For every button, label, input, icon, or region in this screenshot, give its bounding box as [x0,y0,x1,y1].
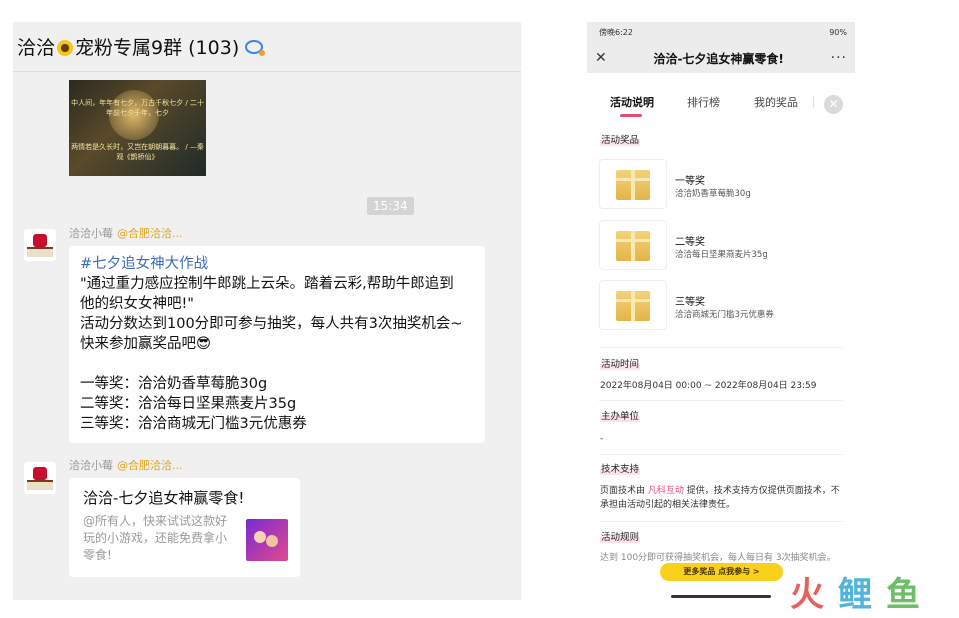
watermark-logo: 火 鲤 鱼 [790,575,920,612]
tech-value: 页面技术由 凡科互动 提供，技术支持方仅提供页面技术，不承担由活动引起的相关法律… [600,484,844,512]
status-time: 傍晚6:22 [599,28,633,37]
tab-my-prizes[interactable]: 我的奖品 [754,94,798,110]
tab-bar: 活动说明 排行榜 我的奖品 [587,94,855,117]
host-label: 主办单位 [600,408,641,422]
tab-divider [813,96,814,108]
prize-image [599,159,667,209]
avatar[interactable] [24,229,56,261]
page-title: 洽洽-七夕追女神赢零食! [653,51,784,66]
sender-name: 洽洽小莓 @合肥洽洽... [69,225,183,241]
close-circle-icon[interactable]: ✕ [824,95,843,114]
message-bubble[interactable]: #七夕追女神大作战 "通过重力感应控制牛郎跳上云朵。踏着云彩,帮助牛郎追到 他的… [69,246,485,443]
home-indicator[interactable] [671,595,771,598]
gift-box-icon [616,231,650,261]
svg-text:鱼: 鱼 [886,575,920,612]
chat-header: 洽洽 宠粉专属9群 (103) [13,22,521,72]
message-text: "通过重力感应控制牛郎跳上云朵。踏着云彩,帮助牛郎追到 他的织女女神吧!" 活动… [80,276,463,432]
svg-text:火: 火 [790,575,824,612]
divider [599,400,843,401]
tab-activity-info[interactable]: 活动说明 [610,94,654,110]
nav-bar: ✕ 洽洽-七夕追女神赢零食! ··· [587,43,855,73]
status-bar: 傍晚6:22 90% [587,22,855,43]
shared-image[interactable]: 中人间，年年有七夕，万古千秋七夕 / 二十年前七夕千年，七夕 两情若是久长时，又… [69,80,206,176]
divider [599,454,843,455]
prize-name: 二等奖 [675,237,705,248]
image-caption-top: 中人间，年年有七夕，万古千秋七夕 / 二十年前七夕千年，七夕 [71,99,204,117]
time-value: 2022年08月04日 00:00 ~ 2022年08月04日 23:59 [600,381,817,391]
prize-name: 一等奖 [675,176,705,187]
sender-group: @合肥洽洽... [117,459,183,472]
gift-icon [33,234,47,247]
cowherd-figure [254,531,266,543]
avatar[interactable] [24,462,56,494]
gift-icon [33,467,47,480]
prize-desc: 洽洽每日坚果燕麦片35g [675,250,768,260]
phone-screen: 傍晚6:22 90% ✕ 洽洽-七夕追女神赢零食! ··· 活动说明 排行榜 我… [587,22,855,604]
gift-box-icon [616,291,650,321]
prize-name: 三等奖 [675,297,705,308]
group-chat-icon[interactable] [245,39,266,56]
divider [599,347,843,348]
gift-box-icon [616,170,650,200]
prize-desc: 洽洽奶香草莓脆30g [675,189,751,199]
book-icon [27,247,53,257]
chat-title-suffix: 宠粉专属9群 (103) [75,37,240,59]
sender-group: @合肥洽洽... [117,227,183,240]
prize-image [599,220,667,270]
sunflower-icon [57,40,74,56]
more-icon[interactable]: ··· [831,50,847,66]
card-description: @所有人，快来试试这款好玩的小游戏，还能免费拿小零食! [83,514,228,562]
time-label: 活动时间 [600,356,641,370]
image-caption-bottom: 两情若是久长时，又岂在朝朝暮暮。 / —秦观《鹊桥仙》 [71,143,204,161]
weaver-girl-figure [266,535,278,547]
chat-window: 洽洽 宠粉专属9群 (103) 中人间，年年有七夕，万古千秋七夕 / 二十年前七夕… [13,22,521,600]
prizes-label: 活动奖品 [600,132,641,146]
tech-text-pre: 页面技术由 [600,486,648,496]
card-thumbnail [246,519,288,561]
status-battery: 90% [829,28,847,37]
tech-label: 技术支持 [600,461,641,475]
book-icon [27,480,53,490]
sender-name: 洽洽小莓 @合肥洽洽... [69,457,183,473]
card-title: 洽洽-七夕追女神赢零食! [83,489,245,507]
prize-desc: 洽洽商城无门槛3元优惠券 [675,310,774,320]
sender-label: 洽洽小莓 [69,459,113,472]
svg-text:鲤: 鲤 [838,575,872,612]
active-tab-indicator [620,114,642,117]
link-card[interactable]: 洽洽-七夕追女神赢零食! @所有人，快来试试这款好玩的小游戏，还能免费拿小零食! [69,478,300,577]
host-value: - [600,434,604,444]
prize-image [599,280,667,330]
chat-title-name: 洽洽 [17,37,56,59]
participate-button[interactable]: 更多奖品 点我参与 > [660,563,783,581]
hashtag-link[interactable]: #七夕追女神大作战 [80,254,474,274]
tab-leaderboard[interactable]: 排行榜 [687,94,720,110]
close-icon[interactable]: ✕ [595,50,607,66]
timestamp: 15:34 [367,197,414,215]
rules-label: 活动规则 [600,529,641,543]
sender-label: 洽洽小莓 [69,227,113,240]
divider [599,521,843,522]
chat-title: 洽洽 宠粉专属9群 (103) [17,33,239,60]
tech-provider-link[interactable]: 凡科互动 [648,486,684,496]
